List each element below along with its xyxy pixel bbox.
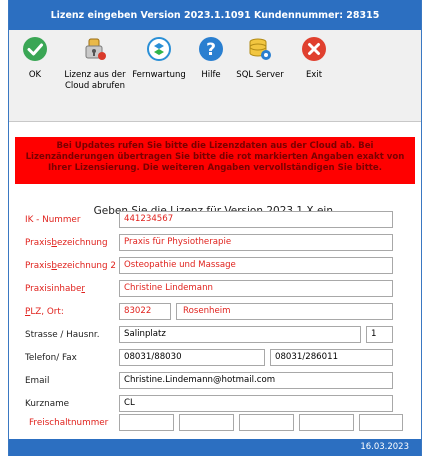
unlock-code-field-4[interactable] xyxy=(299,414,354,431)
close-icon xyxy=(302,37,326,61)
practice-name-label-part: ezeichnung xyxy=(56,238,108,248)
short-name-field[interactable]: CL xyxy=(119,395,393,412)
email-label: Email xyxy=(25,376,50,386)
city-field[interactable]: Rosenheim xyxy=(176,303,393,320)
owner-label-accesskey: r xyxy=(81,284,85,294)
unlock-code-field-5[interactable] xyxy=(359,414,403,431)
database-gear-icon xyxy=(249,38,271,60)
ok-button[interactable]: OK xyxy=(20,36,50,81)
warning-line-3: Ihrer Lizensierung. Die weiteren Angaben… xyxy=(47,163,383,173)
practice-name-2-label: Praxisbezeichnung 2 xyxy=(25,261,116,271)
phone-fax-label: Telefon/ Fax xyxy=(25,353,77,363)
cloud-label-line2: Cloud abrufen xyxy=(64,81,126,91)
practice-name-label: Praxisbezeichnung xyxy=(25,238,108,248)
practice-name-2-label-part: ezeichnung 2 xyxy=(56,261,116,271)
fax-field[interactable]: 08031/286011 xyxy=(270,349,393,366)
unlock-code-label: Freischaltnummer xyxy=(29,418,109,428)
exit-button[interactable]: Exit xyxy=(299,36,329,81)
practice-name-2-field[interactable]: Osteopathie und Massage xyxy=(119,257,393,274)
warning-line-1: Bei Updates rufen Sie bitte die Lizenzda… xyxy=(56,141,374,151)
help-icon: ? xyxy=(199,37,223,61)
owner-label-part: Praxisinhabe xyxy=(25,284,82,294)
owner-field[interactable]: Christine Lindemann xyxy=(119,280,393,297)
remote-label: Fernwartung xyxy=(132,70,186,80)
practice-name-2-label-part: Praxis xyxy=(25,261,52,271)
window-title: Lizenz eingeben Version 2023.1.1091 Kund… xyxy=(50,9,380,21)
help-button[interactable]: ? Hilfe xyxy=(196,36,226,81)
svg-text:?: ? xyxy=(206,40,216,60)
zip-city-label: PLZ, Ort: xyxy=(25,307,64,317)
checkmark-icon xyxy=(23,37,47,61)
zip-city-label-part: LZ, Ort: xyxy=(30,307,64,317)
zip-field[interactable]: 83022 xyxy=(119,303,171,320)
sql-label: SQL Server xyxy=(236,70,284,80)
status-date: 16.03.2023 xyxy=(360,442,409,452)
remote-maintenance-button[interactable]: Fernwartung xyxy=(131,36,187,81)
key-lock-icon xyxy=(85,38,106,60)
ok-label: OK xyxy=(28,70,42,80)
short-name-label: Kurzname xyxy=(25,399,70,409)
cloud-license-button[interactable]: Lizenz aus der Cloud abrufen xyxy=(59,36,131,92)
title-bar: Lizenz eingeben Version 2023.1.1091 Kund… xyxy=(9,0,421,30)
street-label: Strasse / Hausnr. xyxy=(25,330,100,340)
help-label: Hilfe xyxy=(201,70,221,80)
warning-banner: Bei Updates rufen Sie bitte die Lizenzda… xyxy=(15,137,415,184)
license-dialog: Lizenz eingeben Version 2023.1.1091 Kund… xyxy=(8,0,422,456)
email-field[interactable]: Christine.Lindemann@hotmail.com xyxy=(119,372,393,389)
ik-number-field[interactable]: 441234567 xyxy=(119,211,393,228)
street-field[interactable]: Salinplatz xyxy=(119,326,361,343)
house-number-field[interactable]: 1 xyxy=(366,326,393,343)
unlock-code-field-1[interactable] xyxy=(119,414,174,431)
exit-label: Exit xyxy=(305,70,323,80)
unlock-code-field-2[interactable] xyxy=(179,414,234,431)
sql-server-button[interactable]: SQL Server xyxy=(231,36,289,81)
remote-support-icon xyxy=(147,37,171,61)
practice-name-field[interactable]: Praxis für Physiotherapie xyxy=(119,234,393,251)
practice-name-label-part: Praxis xyxy=(25,238,52,248)
warning-line-2: Lizenzänderungen übertragen Sie bitte di… xyxy=(25,152,405,162)
toolbar: OK Lizenz aus der Cloud abrufen Fernwart… xyxy=(9,30,421,122)
phone-field[interactable]: 08031/88030 xyxy=(119,349,265,366)
ik-number-label: IK - Nummer xyxy=(25,215,81,225)
cloud-label-line1: Lizenz aus der xyxy=(64,70,126,80)
unlock-code-field-3[interactable] xyxy=(239,414,294,431)
owner-label: Praxisinhaber xyxy=(25,284,85,294)
status-bar: 16.03.2023 xyxy=(9,439,421,456)
